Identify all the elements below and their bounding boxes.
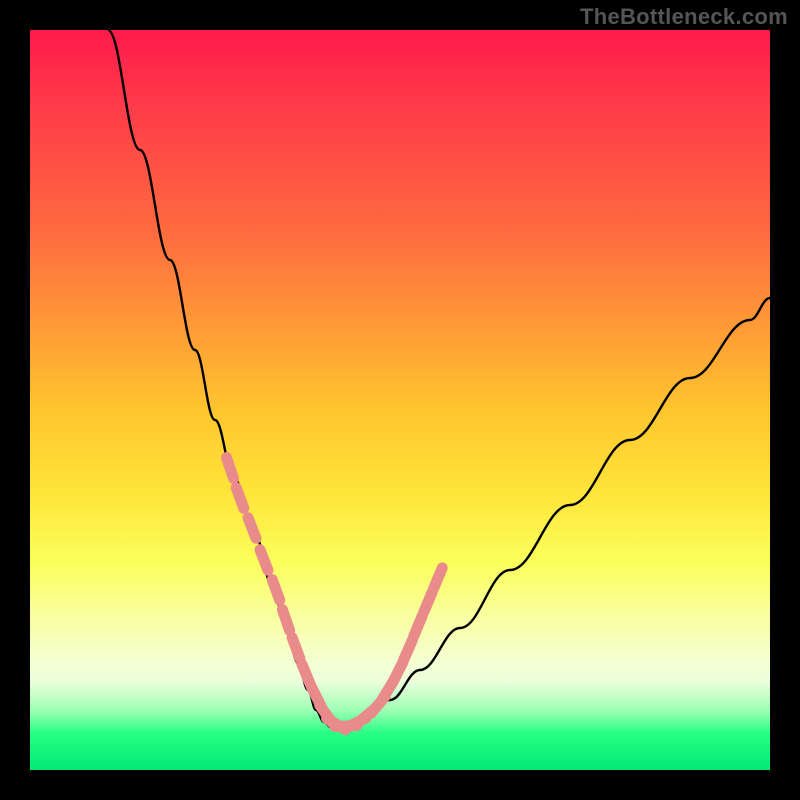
marker-dash [236,488,244,509]
marker-dash [424,592,432,612]
curve-layer [30,30,770,770]
chart-container: TheBottleneck.com [0,0,800,800]
marker-dash [404,640,413,660]
marker-dash [292,638,300,659]
watermark-text: TheBottleneck.com [580,4,788,30]
marker-dash [260,550,268,571]
marker-group [227,458,443,730]
plot-area [30,30,770,770]
marker-dash [272,580,280,601]
marker-dash [414,616,422,636]
main-curve-path [108,30,770,728]
marker-dash [282,610,289,631]
marker-dash [248,518,256,539]
marker-dash [227,458,234,479]
marker-dash [434,568,442,588]
